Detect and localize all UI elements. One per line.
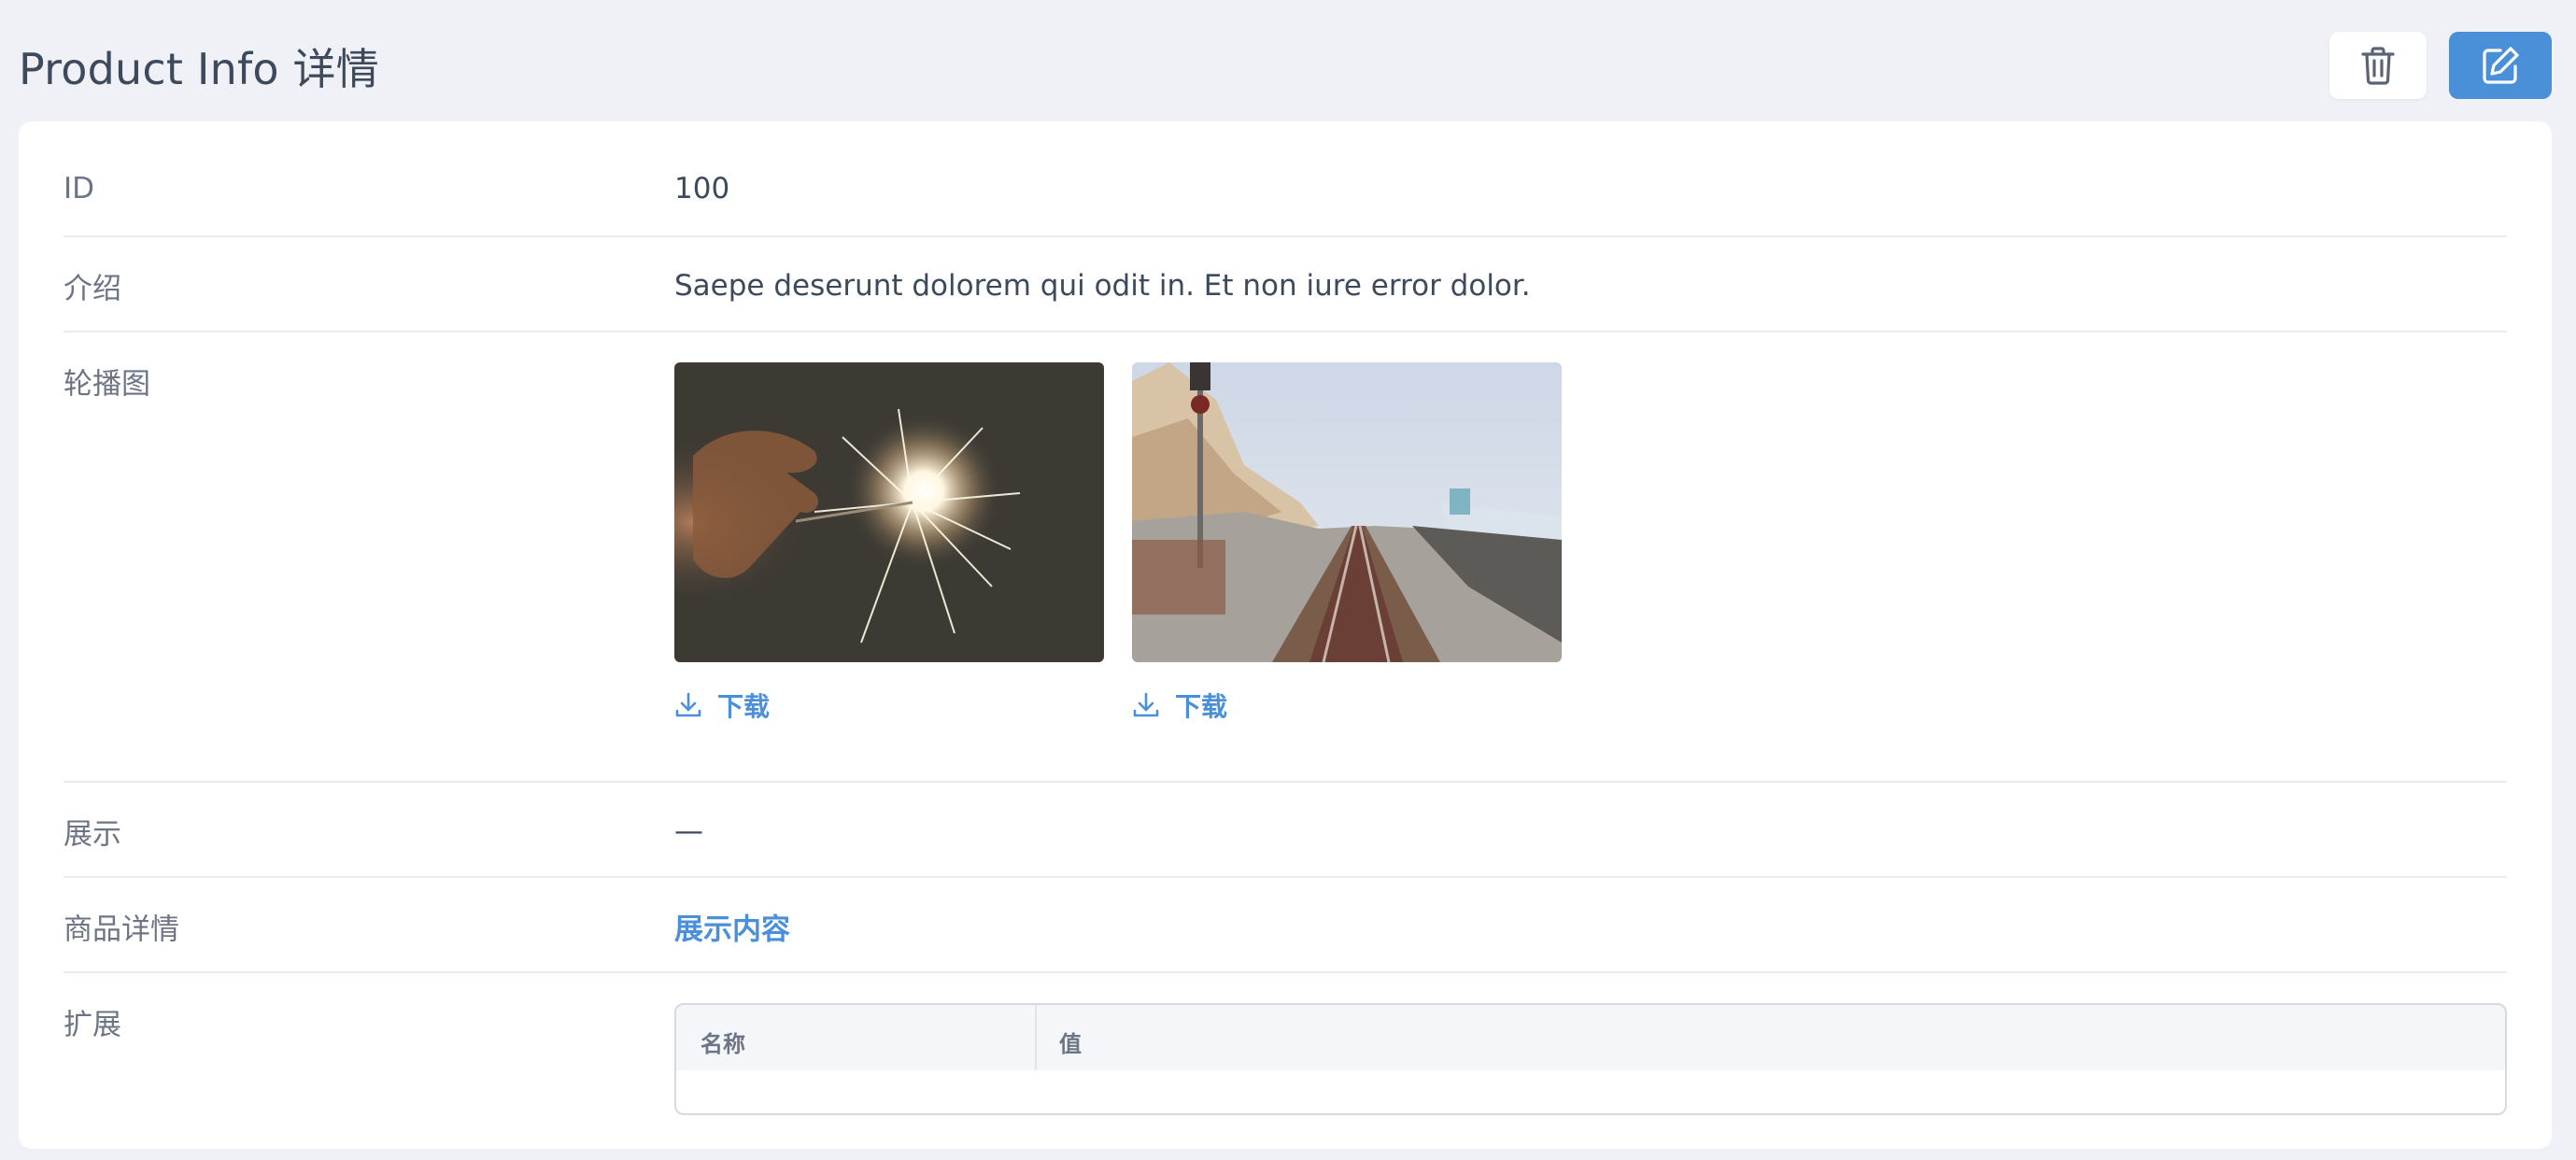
column-header-value: 值 bbox=[1059, 1031, 1082, 1057]
field-row-detail: 商品详情 展示内容 bbox=[64, 878, 2507, 973]
download-icon bbox=[675, 692, 701, 717]
railway-coast-photo[interactable] bbox=[1132, 362, 1562, 662]
column-header-name: 名称 bbox=[701, 1031, 745, 1057]
gallery-item: 下载 bbox=[674, 362, 1104, 724]
detail-card: ID 100 介绍 Saepe deserunt dolorem qui odi… bbox=[19, 121, 2552, 1149]
gallery-item: 下载 bbox=[1132, 362, 1562, 724]
page-title: Product Info 详情 bbox=[19, 44, 379, 94]
field-label: ID bbox=[64, 172, 95, 205]
field-row-intro: 介绍 Saepe deserunt dolorem qui odit in. E… bbox=[64, 237, 2507, 332]
page-header: Product Info 详情 bbox=[0, 0, 2576, 121]
field-row-show: 展示 — bbox=[64, 783, 2507, 878]
field-value: Saepe deserunt dolorem qui odit in. Et n… bbox=[674, 269, 1531, 303]
edit-button[interactable] bbox=[2449, 32, 2552, 99]
download-link[interactable]: 下载 bbox=[1132, 686, 1562, 724]
download-label: 下载 bbox=[717, 691, 771, 722]
field-value: 100 bbox=[674, 172, 730, 205]
download-label: 下载 bbox=[1175, 691, 1228, 722]
delete-button[interactable] bbox=[2329, 32, 2427, 99]
download-icon bbox=[1133, 692, 1159, 717]
show-content-link[interactable]: 展示内容 bbox=[674, 906, 790, 948]
sparkler-photo[interactable] bbox=[674, 362, 1104, 662]
field-label: 扩展 bbox=[64, 1008, 121, 1042]
download-link[interactable]: 下载 bbox=[674, 686, 1104, 724]
field-label: 展示 bbox=[64, 817, 121, 852]
field-row-extension: 扩展 名称 值 bbox=[64, 973, 2507, 1160]
field-label: 商品详情 bbox=[64, 912, 179, 947]
column-divider bbox=[1035, 1005, 1037, 1070]
field-label: 介绍 bbox=[64, 272, 121, 306]
edit-icon bbox=[2483, 47, 2519, 84]
field-label: 轮播图 bbox=[64, 367, 150, 402]
trash-icon bbox=[2361, 47, 2395, 85]
field-row-id: ID 100 bbox=[64, 121, 2507, 237]
extension-table: 名称 值 bbox=[674, 1003, 2507, 1115]
table-header: 名称 值 bbox=[676, 1005, 2505, 1070]
field-row-gallery: 轮播图 下载 下载 bbox=[64, 332, 2507, 783]
field-value: — bbox=[674, 814, 703, 848]
